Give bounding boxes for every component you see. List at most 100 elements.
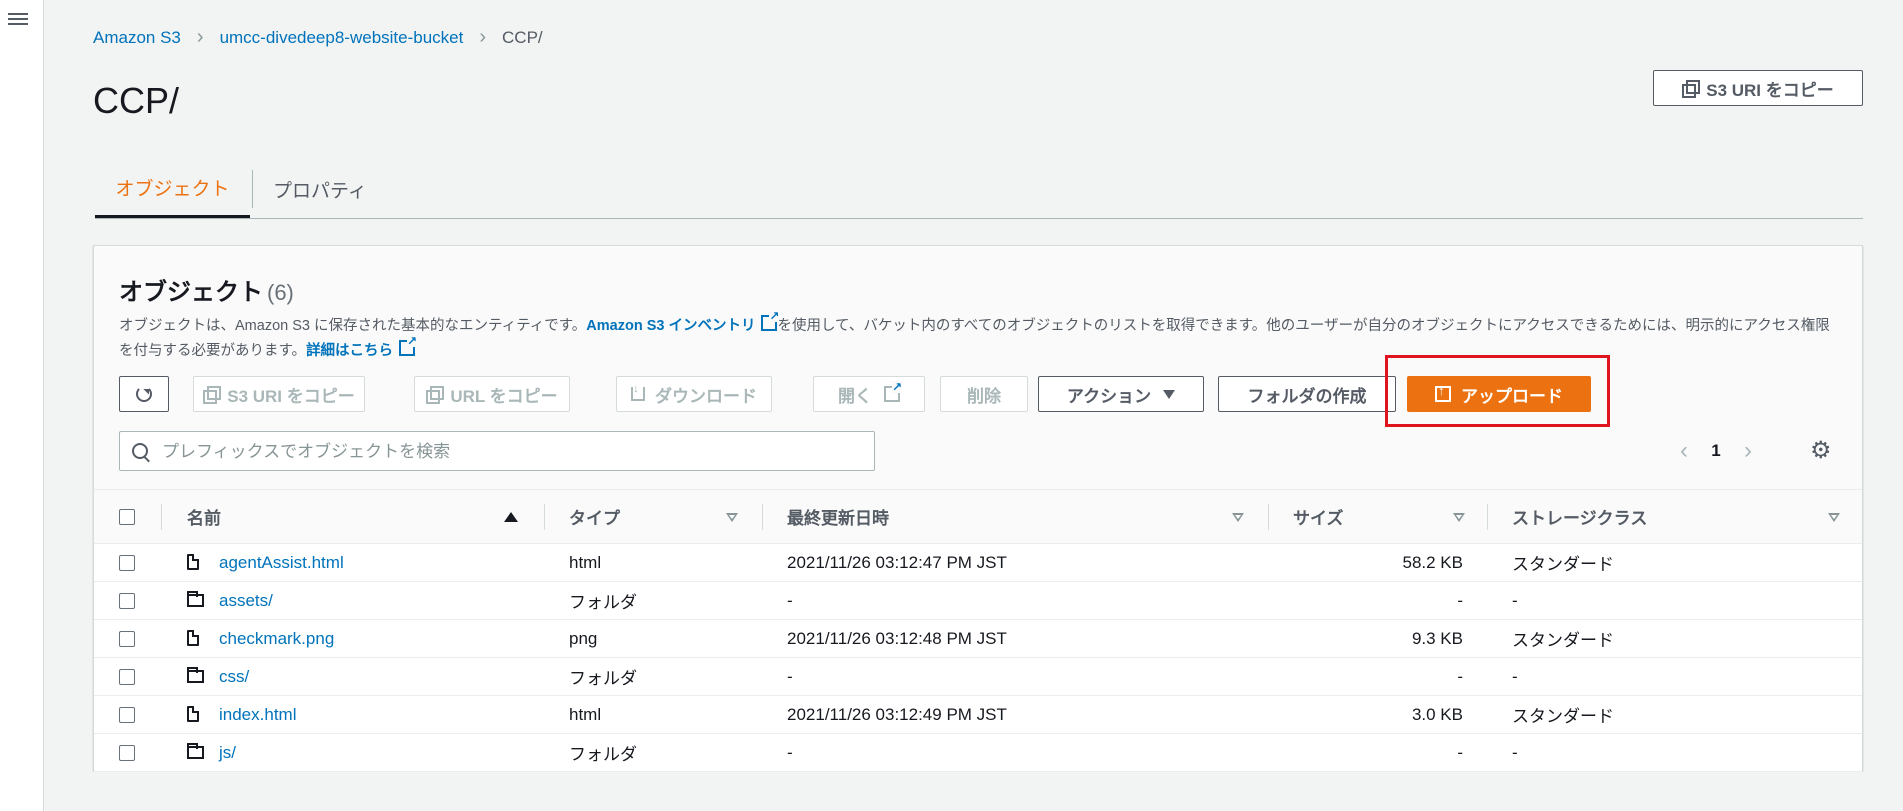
column-header-storage-class[interactable]: ストレージクラス [1512,490,1647,543]
actions-label: アクション [1066,386,1152,406]
sort-ascending-icon[interactable] [504,512,518,522]
object-type: html [569,552,602,572]
object-type: html [569,704,602,724]
search-input[interactable] [160,438,864,466]
open-button[interactable]: 開く [813,376,925,412]
delete-label: 削除 [967,386,1001,406]
sort-icon[interactable] [1828,513,1840,522]
table-row: agentAssist.html html 2021/11/26 03:12:4… [94,544,1862,582]
delete-button[interactable]: 削除 [940,376,1028,412]
object-storage-class: - [1512,742,1518,762]
actions-dropdown[interactable]: アクション [1038,376,1204,412]
breadcrumb-bucket[interactable]: umcc-divedeep8-website-bucket [220,28,464,48]
object-type: フォルダ [569,669,637,688]
column-divider [762,504,763,530]
chevron-right-icon[interactable]: › [1733,437,1763,465]
row-checkbox[interactable] [119,555,135,571]
select-all-checkbox[interactable] [119,509,135,525]
folder-icon [187,667,204,683]
column-header-name[interactable]: 名前 [187,490,221,543]
row-checkbox[interactable] [119,745,135,761]
copy-s3-uri-button-label: S3 URI をコピー [227,386,355,406]
open-label: 開く [838,386,872,406]
download-button[interactable]: ダウンロード [616,376,772,412]
description-text-1: オブジェクトは、Amazon S3 に保存された基本的なエンティティです。 [119,318,587,334]
breadcrumb-amazon-s3[interactable]: Amazon S3 [93,28,181,48]
object-type: png [569,628,598,648]
objects-table: 名前 タイプ 最終更新日時 サイズ ストレージクラス agentAssist.h… [94,489,1862,772]
inventory-link-label: Amazon S3 インベントリ [586,318,756,334]
tabs: オブジェクト プロパティ [95,160,1863,219]
copy-s3-uri-label: S3 URI をコピー [1706,80,1834,100]
object-last-modified: 2021/11/26 03:12:47 PM JST [787,552,1007,572]
object-name-link[interactable]: checkmark.png [219,629,334,649]
object-name-link[interactable]: assets/ [219,591,273,611]
object-type: フォルダ [569,593,637,612]
row-checkbox[interactable] [119,631,135,647]
column-header-last-modified[interactable]: 最終更新日時 [787,490,889,543]
refresh-button[interactable] [119,376,169,412]
object-name-link[interactable]: js/ [219,743,236,763]
breadcrumb: Amazon S3 › umcc-divedeep8-website-bucke… [93,26,543,49]
external-link-icon [399,335,418,356]
object-size: - [1457,666,1463,686]
row-checkbox[interactable] [119,593,135,609]
search-field[interactable] [119,431,875,471]
column-header-type[interactable]: タイプ [569,490,620,543]
object-size: - [1457,742,1463,762]
row-checkbox[interactable] [119,707,135,723]
object-last-modified: 2021/11/26 03:12:48 PM JST [787,628,1007,648]
external-link-icon [884,381,902,402]
copy-s3-uri-header-button[interactable]: S3 URI をコピー [1653,70,1863,106]
chevron-right-icon: › [479,26,487,48]
tab-properties[interactable]: プロパティ [252,170,367,208]
caret-down-icon [1163,389,1176,399]
copy-icon [1682,80,1701,98]
refresh-icon [136,386,152,402]
row-checkbox[interactable] [119,669,135,685]
object-size: - [1457,590,1463,610]
inventory-link[interactable]: Amazon S3 インベントリ [586,310,780,334]
object-size: 58.2 KB [1402,552,1464,572]
file-icon [187,630,199,646]
tab-objects[interactable]: オブジェクト [95,160,250,218]
sort-icon[interactable] [726,513,738,522]
learn-more-link[interactable]: 詳細はこちら [306,335,418,359]
objects-title: オブジェクト [119,279,263,306]
file-icon [187,554,199,570]
object-name-link[interactable]: css/ [219,667,249,687]
object-name-link[interactable]: index.html [219,705,296,725]
copy-icon [203,386,222,404]
sort-icon[interactable] [1453,513,1465,522]
sort-icon[interactable] [1232,513,1244,522]
table-row: index.html html 2021/11/26 03:12:49 PM J… [94,696,1862,734]
create-folder-button[interactable]: フォルダの作成 [1218,376,1396,412]
folder-icon [187,743,204,759]
column-divider [1487,504,1488,530]
object-last-modified: 2021/11/26 03:12:49 PM JST [787,704,1007,724]
table-row: js/ フォルダ - - - [94,734,1862,772]
external-link-icon [761,310,780,331]
menu-icon[interactable] [8,10,28,28]
search-icon [132,443,148,459]
copy-url-button[interactable]: URL をコピー [414,376,570,412]
table-row: assets/ フォルダ - - - [94,582,1862,620]
object-name-link[interactable]: agentAssist.html [219,553,344,573]
file-icon [187,706,199,722]
column-header-size[interactable]: サイズ [1293,490,1344,543]
column-divider [544,504,545,530]
objects-heading: オブジェクト (6) [119,272,294,307]
copy-s3-uri-button[interactable]: S3 URI をコピー [193,376,365,412]
table-row: checkmark.png png 2021/11/26 03:12:48 PM… [94,620,1862,658]
chevron-right-icon: › [196,26,204,48]
page-title: CCP/ [93,80,180,121]
object-last-modified: - [787,590,793,610]
gear-icon[interactable]: ⚙ [1810,436,1832,465]
chevron-left-icon[interactable]: ‹ [1669,437,1699,465]
column-divider [1268,504,1269,530]
object-storage-class: スタンダード [1512,555,1614,574]
folder-icon [187,591,204,607]
current-page[interactable]: 1 [1699,441,1733,461]
object-storage-class: - [1512,590,1518,610]
table-header: 名前 タイプ 最終更新日時 サイズ ストレージクラス [94,489,1862,544]
